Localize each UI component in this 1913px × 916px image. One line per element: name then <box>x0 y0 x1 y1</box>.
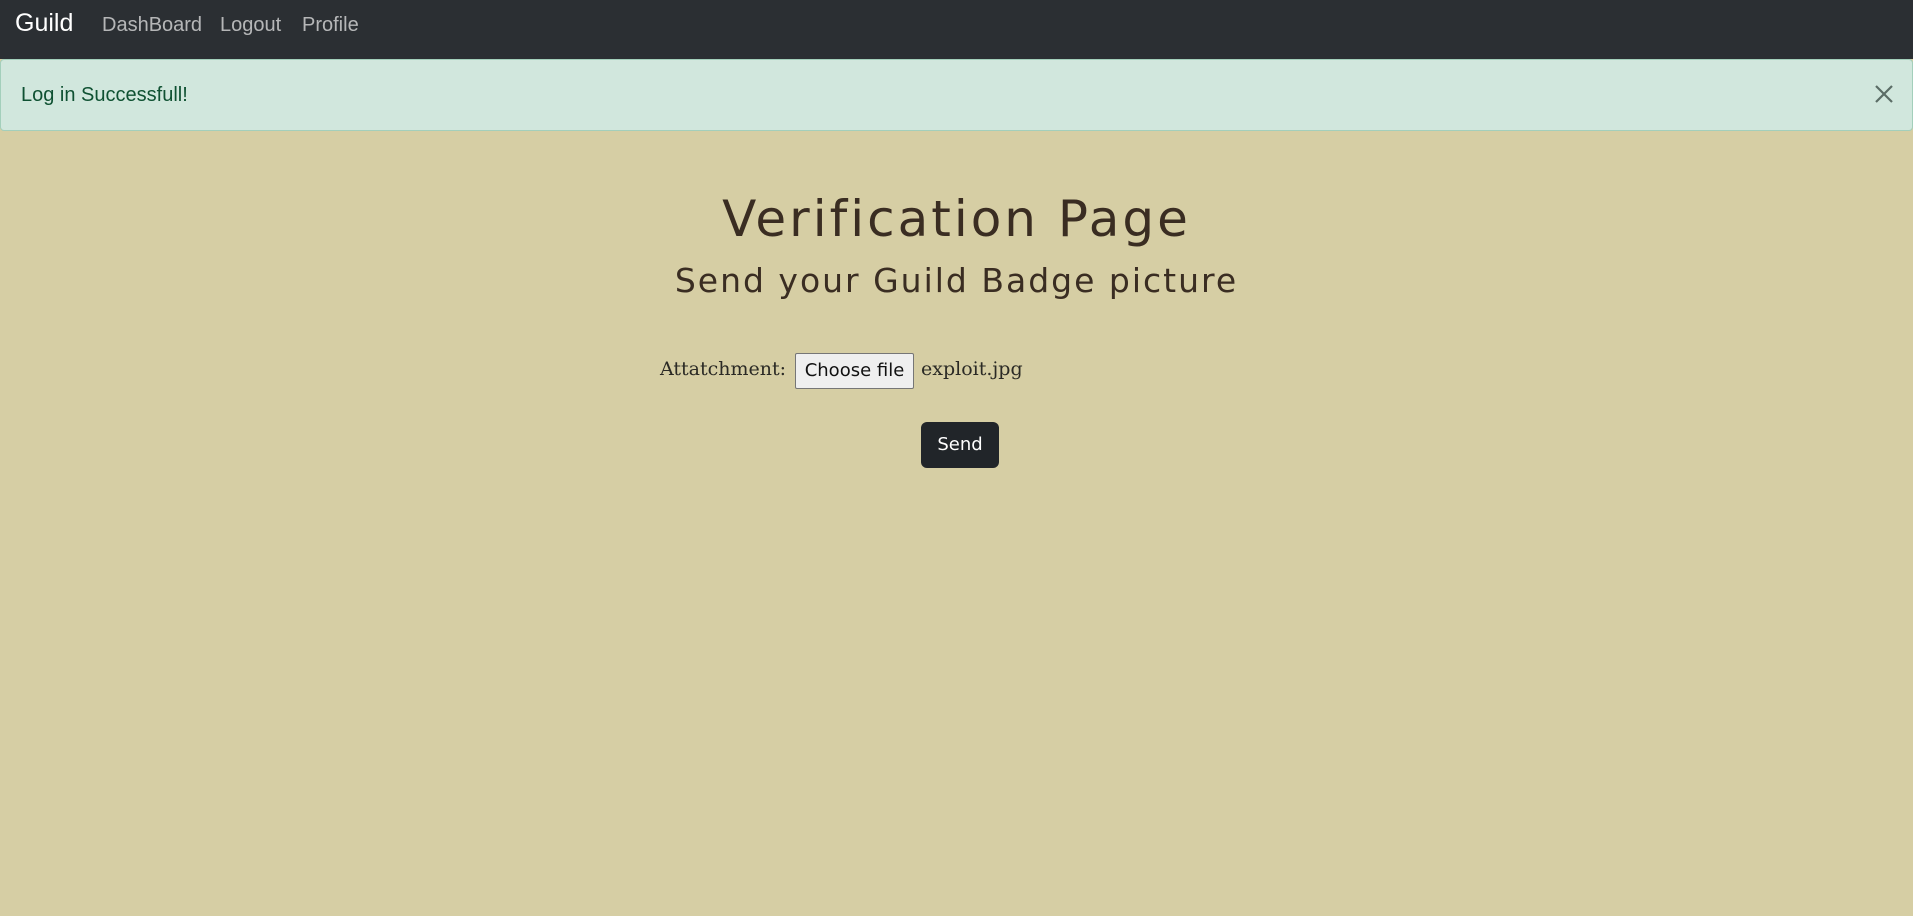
nav-dashboard-link[interactable]: DashBoard <box>102 14 202 37</box>
top-navbar: Guild DashBoard Logout Profile <box>0 0 1913 59</box>
page-title: Verification Page <box>722 190 1191 248</box>
page-subtitle: Send your Guild Badge picture <box>674 261 1239 300</box>
attachment-label: Attatchment: <box>660 358 787 380</box>
nav-logout-link[interactable]: Logout <box>220 14 281 37</box>
choose-file-button[interactable]: Choose file <box>795 353 914 389</box>
selected-file-name: exploit.jpg <box>921 358 1023 380</box>
alert-message: Log in Successfull! <box>21 84 188 106</box>
success-alert: Log in Successfull! <box>0 59 1913 131</box>
nav-profile-link[interactable]: Profile <box>302 14 359 37</box>
brand-link[interactable]: Guild <box>15 9 73 38</box>
close-icon[interactable] <box>1866 76 1902 112</box>
send-button[interactable]: Send <box>921 422 999 468</box>
